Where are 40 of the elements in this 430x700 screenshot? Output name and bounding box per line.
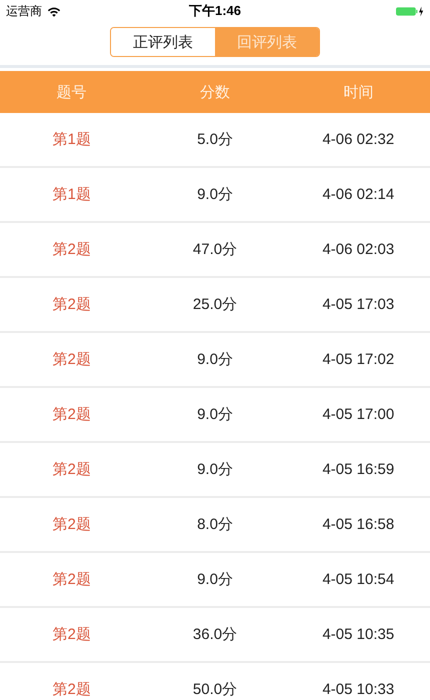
table-cell: 4-05 10:35 [322, 626, 394, 643]
table-cell: 36.0分 [192, 625, 238, 644]
question-label: 第2题 [52, 680, 91, 699]
table-cell: 5.0分 [197, 130, 233, 149]
table-cell: 9.0分 [197, 570, 233, 589]
table-cell: 4-05 17:02 [322, 351, 394, 368]
question-label: 第2题 [52, 460, 91, 479]
question-label: 第2题 [52, 570, 91, 589]
column-header: 题号 [56, 82, 87, 102]
question-label: 第2题 [52, 350, 91, 369]
table-cell: 9.0分 [197, 405, 233, 424]
table-cell: 4-06 02:14 [322, 186, 394, 203]
table-cell: 50.0分 [192, 680, 238, 699]
table-cell: 8.0分 [197, 515, 233, 534]
question-label: 第2题 [52, 405, 91, 424]
question-label: 第2题 [52, 515, 91, 534]
question-label: 第1题 [52, 185, 91, 204]
table-cell: 9.0分 [197, 460, 233, 479]
question-label: 第2题 [52, 295, 91, 314]
table-cell: 4-05 16:59 [322, 461, 394, 478]
question-label: 第2题 [52, 625, 91, 644]
clock-time: 下午1:46 [188, 2, 242, 20]
table-cell: 4-05 17:00 [322, 406, 394, 423]
question-label: 第1题 [52, 130, 91, 149]
table-cell: 4-05 17:03 [322, 296, 394, 313]
carrier-name: 运营商 [6, 2, 42, 20]
table-cell: 4-05 10:54 [322, 571, 394, 588]
wifi-icon [47, 6, 61, 16]
table-cell: 25.0分 [192, 295, 238, 314]
column-header: 时间 [343, 82, 374, 102]
table-cell: 4-06 02:32 [322, 131, 394, 148]
table-cell: 9.0分 [197, 185, 233, 204]
table-cell: 4-05 10:33 [322, 681, 394, 698]
table-cell: 4-05 16:58 [322, 516, 394, 533]
table-cell: 9.0分 [197, 350, 233, 369]
table-cell: 4-06 02:03 [322, 241, 394, 258]
battery-charging-icon [396, 6, 424, 16]
table-cell: 47.0分 [192, 240, 238, 259]
column-header: 分数 [200, 82, 230, 102]
question-label: 第2题 [52, 240, 91, 259]
